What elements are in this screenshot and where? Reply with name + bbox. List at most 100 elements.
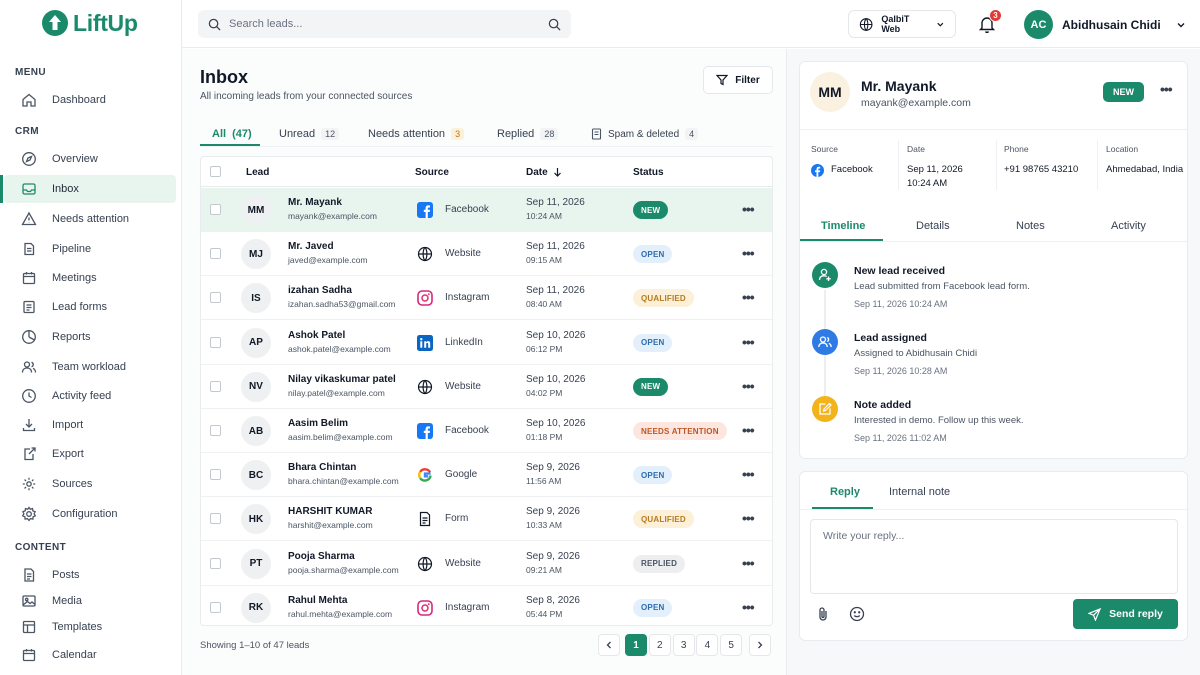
lead-name[interactable]: Bhara Chintan: [288, 462, 356, 473]
sidebar-item-team-workload[interactable]: Team workload: [4, 353, 176, 381]
filter-button[interactable]: Filter: [703, 66, 773, 94]
sidebar-item-templates[interactable]: Templates: [4, 613, 176, 641]
table-row[interactable]: IS izahan Sadha izahan.sadha53@gmail.com In…: [201, 276, 772, 321]
table-row[interactable]: PT Pooja Sharma pooja.sharma@example.com We…: [201, 542, 772, 586]
row-more-icon[interactable]: •••: [742, 202, 755, 216]
timeline-time: Sep 11, 2026 10:28 AM: [854, 366, 948, 376]
sidebar-item-meetings[interactable]: Meetings: [4, 264, 176, 292]
row-more-icon[interactable]: •••: [742, 511, 755, 525]
tab-notes[interactable]: Notes: [1016, 220, 1045, 232]
tab-details[interactable]: Details: [916, 220, 950, 232]
sidebar-item-export[interactable]: Export: [4, 440, 176, 468]
lead-name[interactable]: izahan Sadha: [288, 285, 352, 296]
lead-source: LinkedIn: [445, 336, 483, 348]
row-checkbox[interactable]: [210, 469, 221, 481]
row-more-icon[interactable]: •••: [742, 246, 755, 260]
sidebar-item-needs-attention[interactable]: Needs attention: [4, 205, 176, 233]
page-button[interactable]: 5: [720, 634, 743, 656]
sidebar-item-overview[interactable]: Overview: [4, 145, 176, 173]
lead-name[interactable]: HARSHIT KUMAR: [288, 506, 372, 517]
page-button[interactable]: 4: [696, 634, 719, 656]
table-row[interactable]: NV Nilay vikaskumar patel nilay.patel@exam…: [201, 365, 772, 409]
lead-name[interactable]: Aasim Belim: [288, 418, 348, 429]
column-date[interactable]: Date: [526, 167, 548, 178]
table-row[interactable]: MM Mr. Mayank mayank@example.com Facebook Se…: [201, 188, 772, 232]
sidebar-item-media[interactable]: Media: [4, 587, 176, 615]
brand-logo[interactable]: LiftUp: [41, 9, 138, 37]
tab-reply[interactable]: Reply: [830, 486, 860, 498]
row-more-icon[interactable]: •••: [742, 423, 755, 437]
send-reply-button[interactable]: Send reply: [1073, 599, 1178, 629]
reply-input[interactable]: [810, 519, 1178, 594]
lead-name[interactable]: Rahul Mehta: [288, 595, 347, 606]
sidebar-item-pipeline[interactable]: Pipeline: [4, 235, 176, 263]
column-source[interactable]: Source: [415, 167, 449, 178]
row-checkbox[interactable]: [210, 601, 221, 613]
lead-name[interactable]: Nilay vikaskumar patel: [288, 374, 396, 385]
row-more-icon[interactable]: •••: [742, 379, 755, 393]
tab-unread[interactable]: Unread 12: [279, 122, 340, 146]
row-checkbox[interactable]: [210, 513, 221, 525]
lead-name[interactable]: Mr. Javed: [288, 241, 334, 252]
row-more-icon[interactable]: •••: [742, 556, 755, 570]
search-input[interactable]: [229, 18, 540, 30]
emoji-icon[interactable]: [849, 606, 865, 622]
user-menu[interactable]: AC Abidhusain Chidi: [1024, 10, 1186, 39]
sidebar-item-import[interactable]: Import: [4, 411, 176, 439]
tab-spam-deleted[interactable]: Spam & deleted 4: [591, 122, 699, 146]
row-more-icon[interactable]: •••: [742, 600, 755, 614]
page-button[interactable]: 3: [672, 634, 695, 656]
sidebar-item-lead-forms[interactable]: Lead forms: [4, 293, 176, 321]
row-more-icon[interactable]: •••: [742, 467, 755, 481]
sidebar-item-configuration[interactable]: Configuration: [4, 500, 176, 528]
table-row[interactable]: AP Ashok Patel ashok.patel@example.com Link…: [201, 321, 772, 365]
row-checkbox[interactable]: [210, 204, 221, 215]
search-submit-icon[interactable]: [548, 18, 561, 31]
sort-down-icon[interactable]: [553, 167, 562, 177]
tab-needs-attention[interactable]: Needs attention 3: [368, 122, 465, 146]
table-row[interactable]: AB Aasim Belim aasim.belim@example.com Face…: [201, 409, 772, 453]
row-checkbox[interactable]: [210, 425, 221, 436]
row-checkbox[interactable]: [210, 292, 221, 304]
sidebar-item-inbox[interactable]: Inbox: [0, 175, 176, 203]
lead-name[interactable]: Ashok Patel: [288, 330, 345, 341]
row-checkbox[interactable]: [210, 248, 221, 260]
sidebar-item-calendar[interactable]: Calendar: [4, 641, 176, 669]
tab-timeline[interactable]: Timeline: [821, 220, 865, 232]
attachment-icon[interactable]: [816, 606, 830, 622]
table-row[interactable]: MJ Mr. Javed javed@example.com Website Sep 1…: [201, 232, 772, 277]
page-button[interactable]: 1: [625, 634, 647, 656]
sidebar-item-dashboard[interactable]: Dashboard: [4, 86, 176, 114]
row-more-icon[interactable]: •••: [742, 335, 755, 349]
lead-name[interactable]: Mr. Mayank: [288, 197, 342, 208]
tab-activity[interactable]: Activity: [1111, 220, 1146, 232]
workspace-selector[interactable]: QalbiT Web: [848, 10, 956, 38]
search-bar[interactable]: [198, 10, 571, 38]
column-lead[interactable]: Lead: [246, 167, 269, 178]
next-page-button[interactable]: [749, 634, 771, 656]
tab-all[interactable]: All (47): [212, 122, 252, 146]
table-row[interactable]: BC Bhara Chintan bhara.chintan@example.com…: [201, 453, 772, 498]
more-options-icon[interactable]: •••: [1160, 82, 1173, 96]
sidebar-item-label: Meetings: [52, 272, 97, 284]
sidebar-item-label: Templates: [52, 621, 103, 633]
prev-page-button[interactable]: [598, 634, 620, 656]
sidebar-item-posts[interactable]: Posts: [4, 561, 176, 589]
tab-internal-note[interactable]: Internal note: [889, 486, 950, 498]
row-checkbox[interactable]: [210, 557, 221, 569]
row-more-icon[interactable]: •••: [742, 290, 755, 304]
lead-name[interactable]: Pooja Sharma: [288, 551, 355, 562]
select-all-checkbox[interactable]: [210, 166, 221, 177]
sidebar-item-sources[interactable]: Sources: [4, 470, 176, 498]
sidebar-item-reports[interactable]: Reports: [4, 323, 176, 351]
page-button[interactable]: 2: [648, 634, 671, 656]
row-checkbox[interactable]: [210, 336, 221, 348]
tab-replied[interactable]: Replied 28: [497, 122, 559, 146]
lead-date: Sep 8, 2026: [526, 594, 580, 606]
column-status[interactable]: Status: [633, 167, 664, 178]
sidebar-item-activity-feed[interactable]: Activity feed: [4, 382, 176, 410]
row-checkbox[interactable]: [210, 380, 221, 392]
table-row[interactable]: RK Rahul Mehta rahul.mehta@example.com Inst…: [201, 586, 772, 625]
table-row[interactable]: HK HARSHIT KUMAR harshit@example.com Form Se…: [201, 497, 772, 542]
status-badge[interactable]: NEW: [1103, 82, 1144, 102]
